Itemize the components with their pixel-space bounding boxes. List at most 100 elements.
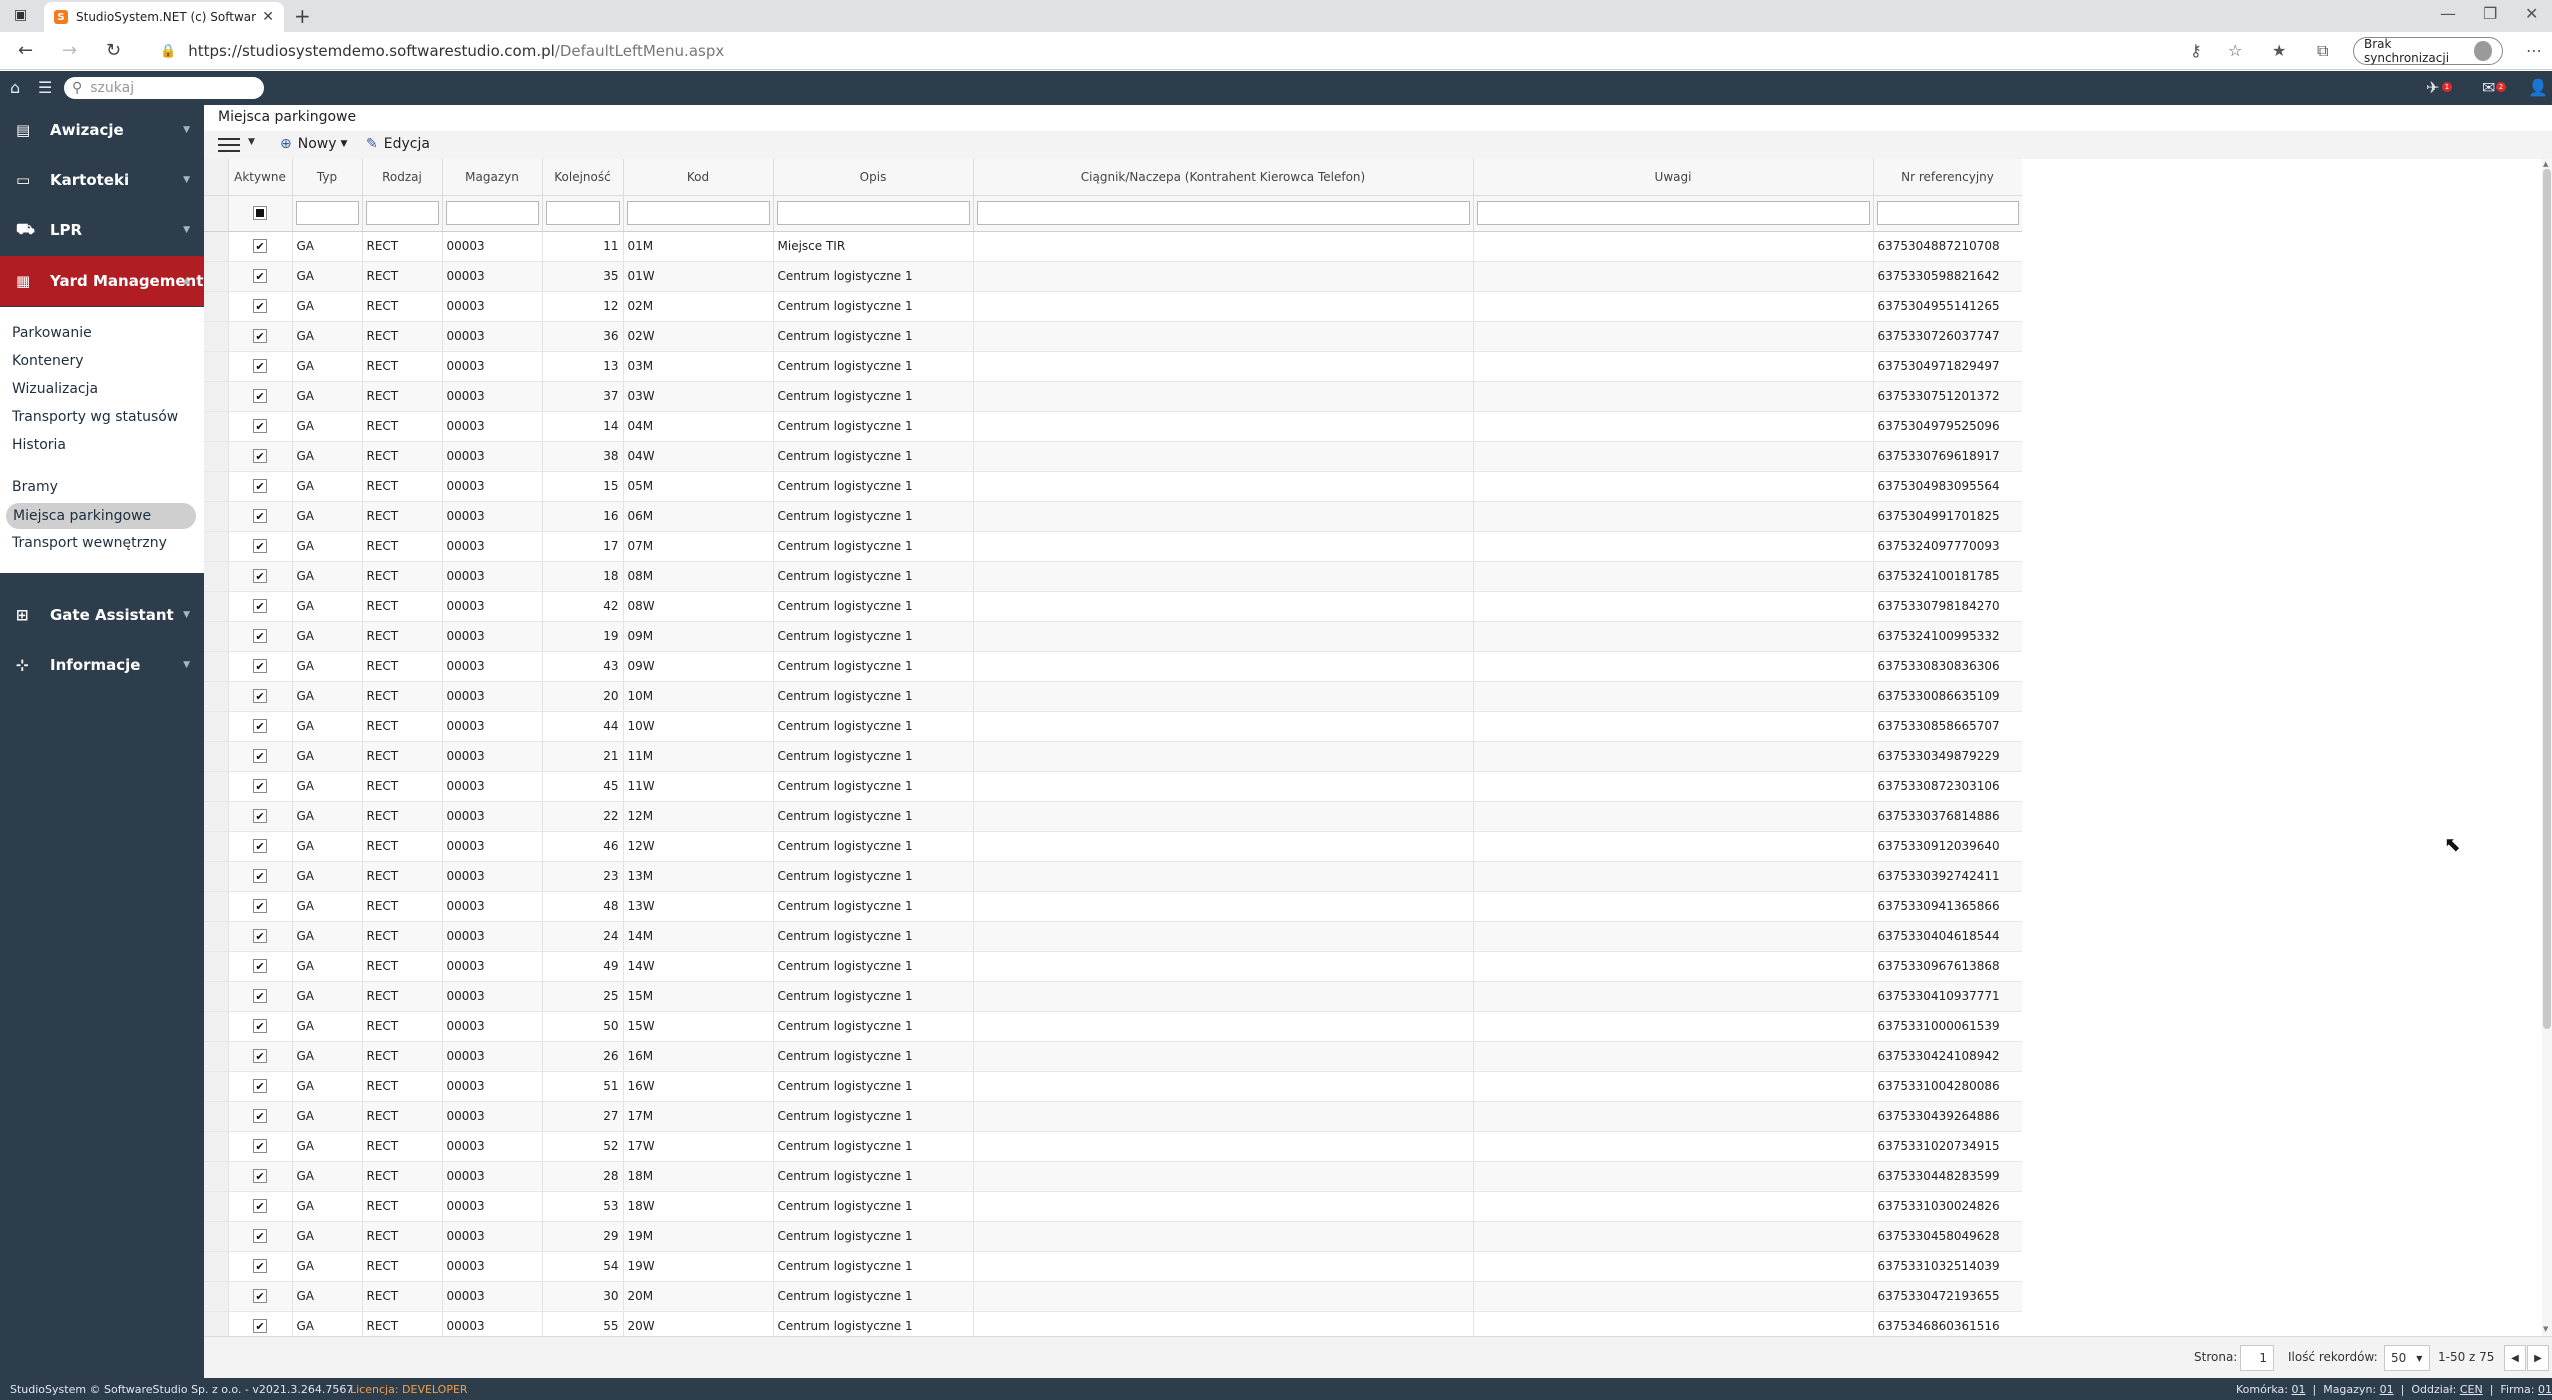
- table-row[interactable]: ✔ GA RECT 00003 19 09M Centrum logistyczne 1 63…: [204, 621, 2022, 652]
- row-gutter[interactable]: [204, 1011, 229, 1042]
- scroll-up-icon[interactable]: ▲: [2543, 160, 2548, 168]
- active-checkbox[interactable]: ✔: [253, 719, 267, 733]
- table-row[interactable]: ✔ GA RECT 00003 17 07M Centrum logistyczne 1 63…: [204, 531, 2022, 562]
- filter-kolejnosc-input[interactable]: [545, 201, 620, 225]
- column-header-ciagnik-naczepa[interactable]: Ciągnik/Naczepa (Kontrahent Kierowca Tel…: [973, 159, 1474, 196]
- sidebar-item-parkowanie[interactable]: Parkowanie: [12, 325, 92, 341]
- more-options-icon[interactable]: ⋯: [2526, 41, 2542, 60]
- plane-notifications-icon[interactable]: ✈: [2426, 78, 2439, 97]
- sidebar-section-gate-assistant[interactable]: ⊞ Gate Assistant ▼: [0, 590, 204, 640]
- active-checkbox[interactable]: ✔: [253, 809, 267, 823]
- row-gutter[interactable]: [204, 1101, 229, 1132]
- row-gutter[interactable]: [204, 891, 229, 922]
- active-checkbox[interactable]: ✔: [253, 689, 267, 703]
- row-gutter[interactable]: [204, 1131, 229, 1162]
- table-row[interactable]: ✔ GA RECT 00003 38 04W Centrum logistyczne 1 63…: [204, 441, 2022, 472]
- column-header-uwagi[interactable]: Uwagi: [1473, 159, 1874, 196]
- active-checkbox[interactable]: ✔: [253, 1049, 267, 1063]
- active-checkbox[interactable]: ✔: [253, 1229, 267, 1243]
- back-icon[interactable]: ←: [18, 40, 33, 61]
- active-checkbox[interactable]: ✔: [253, 959, 267, 973]
- row-gutter[interactable]: [204, 1041, 229, 1072]
- favorites-icon[interactable]: ★: [2272, 41, 2286, 60]
- sidebar-section-lpr[interactable]: ⛟ LPR ▼: [0, 205, 204, 255]
- row-gutter[interactable]: [204, 801, 229, 832]
- search-input[interactable]: ⚲ szukaj: [64, 77, 264, 99]
- messages-icon[interactable]: ✉: [2482, 78, 2495, 97]
- table-row[interactable]: ✔ GA RECT 00003 50 15W Centrum logistyczne 1 63…: [204, 1011, 2022, 1042]
- table-row[interactable]: ✔ GA RECT 00003 52 17W Centrum logistyczne 1 63…: [204, 1131, 2022, 1162]
- active-checkbox[interactable]: ✔: [253, 449, 267, 463]
- table-row[interactable]: ✔ GA RECT 00003 46 12W Centrum logistyczne 1 63…: [204, 831, 2022, 862]
- active-checkbox[interactable]: ✔: [253, 299, 267, 313]
- row-gutter[interactable]: [204, 831, 229, 862]
- scrollbar-thumb[interactable]: [2543, 169, 2551, 1029]
- row-gutter[interactable]: [204, 951, 229, 982]
- table-row[interactable]: ✔ GA RECT 00003 29 19M Centrum logistyczne 1 63…: [204, 1221, 2022, 1252]
- active-checkbox[interactable]: ✔: [253, 389, 267, 403]
- active-checkbox[interactable]: ✔: [253, 929, 267, 943]
- row-gutter[interactable]: [204, 681, 229, 712]
- table-row[interactable]: ✔ GA RECT 00003 11 01M Miejsce TIR 637530488721…: [204, 231, 2022, 262]
- oddzial-value[interactable]: CEN: [2460, 1383, 2483, 1396]
- row-gutter[interactable]: [204, 561, 229, 592]
- row-gutter[interactable]: [204, 1161, 229, 1192]
- row-gutter[interactable]: [204, 1311, 229, 1336]
- sidebar-section-awizacje[interactable]: ▤ Awizacje ▼: [0, 105, 204, 155]
- row-gutter[interactable]: [204, 291, 229, 322]
- row-gutter[interactable]: [204, 381, 229, 412]
- table-row[interactable]: ✔ GA RECT 00003 30 20M Centrum logistyczne 1 63…: [204, 1281, 2022, 1312]
- active-checkbox[interactable]: ✔: [253, 269, 267, 283]
- active-checkbox[interactable]: ✔: [253, 629, 267, 643]
- home-icon[interactable]: ⌂: [10, 78, 20, 97]
- table-row[interactable]: ✔ GA RECT 00003 25 15M Centrum logistyczne 1 63…: [204, 981, 2022, 1012]
- active-checkbox[interactable]: ✔: [253, 1319, 267, 1333]
- active-checkbox[interactable]: ✔: [253, 1139, 267, 1153]
- active-checkbox[interactable]: ✔: [253, 899, 267, 913]
- table-row[interactable]: ✔ GA RECT 00003 49 14W Centrum logistyczne 1 63…: [204, 951, 2022, 982]
- new-tab-icon[interactable]: +: [294, 4, 311, 28]
- sidebar-item-historia[interactable]: Historia: [12, 437, 66, 453]
- sidebar-item-transporty-wg-statusow[interactable]: Transporty wg statusów: [12, 409, 178, 425]
- active-checkbox[interactable]: ✔: [253, 779, 267, 793]
- row-gutter[interactable]: [204, 771, 229, 802]
- add-favorite-icon[interactable]: ☆: [2228, 41, 2242, 60]
- row-gutter[interactable]: [204, 231, 229, 262]
- reload-icon[interactable]: ↻: [106, 40, 121, 61]
- scroll-down-icon[interactable]: ▼: [2543, 1325, 2548, 1333]
- active-checkbox[interactable]: ✔: [253, 539, 267, 553]
- column-header-nr-referencyjny[interactable]: Nr referencyjny: [1873, 159, 2022, 196]
- row-gutter[interactable]: [204, 351, 229, 382]
- row-gutter[interactable]: [204, 501, 229, 532]
- table-row[interactable]: ✔ GA RECT 00003 51 16W Centrum logistyczne 1 63…: [204, 1071, 2022, 1102]
- row-gutter[interactable]: [204, 441, 229, 472]
- browser-tab[interactable]: S StudioSystem.NET (c) SoftwareStudio ✕: [44, 2, 284, 32]
- table-row[interactable]: ✔ GA RECT 00003 36 02W Centrum logistyczne 1 63…: [204, 321, 2022, 352]
- table-row[interactable]: ✔ GA RECT 00003 53 18W Centrum logistyczne 1 63…: [204, 1191, 2022, 1222]
- filter-rodzaj-input[interactable]: [365, 201, 439, 225]
- table-row[interactable]: ✔ GA RECT 00003 55 20W Centrum logistyczne 1 63…: [204, 1311, 2022, 1336]
- edit-button[interactable]: ✎ Edycja: [366, 136, 430, 152]
- table-row[interactable]: ✔ GA RECT 00003 15 05M Centrum logistyczne 1 63…: [204, 471, 2022, 502]
- active-checkbox[interactable]: ✔: [253, 1079, 267, 1093]
- magazyn-value[interactable]: 01: [2380, 1383, 2394, 1396]
- column-header-opis[interactable]: Opis: [773, 159, 974, 196]
- forward-icon[interactable]: →: [62, 40, 77, 61]
- sidebar-section-kartoteki[interactable]: ▭ Kartoteki ▼: [0, 155, 204, 205]
- active-checkbox[interactable]: ✔: [253, 989, 267, 1003]
- table-row[interactable]: ✔ GA RECT 00003 42 08W Centrum logistyczne 1 63…: [204, 591, 2022, 622]
- column-header-rodzaj[interactable]: Rodzaj: [362, 159, 443, 196]
- table-row[interactable]: ✔ GA RECT 00003 12 02M Centrum logistyczne 1 63…: [204, 291, 2022, 322]
- table-row[interactable]: ✔ GA RECT 00003 14 04M Centrum logistyczne 1 63…: [204, 411, 2022, 442]
- row-gutter[interactable]: [204, 411, 229, 442]
- table-row[interactable]: ✔ GA RECT 00003 13 03M Centrum logistyczne 1 63…: [204, 351, 2022, 382]
- grid-scrollbar[interactable]: ▲ ▼: [2542, 159, 2552, 1336]
- active-checkbox[interactable]: ✔: [253, 1109, 267, 1123]
- row-gutter[interactable]: [204, 921, 229, 952]
- row-gutter[interactable]: [204, 741, 229, 772]
- url-field[interactable]: 🔒 https://studiosystemdemo.softwarestudi…: [160, 38, 2160, 64]
- user-icon[interactable]: 👤: [2528, 78, 2548, 97]
- sidebar-item-wizualizacja[interactable]: Wizualizacja: [12, 381, 98, 397]
- sidebar-item-miejsca-parkingowe[interactable]: Miejsca parkingowe: [6, 503, 196, 529]
- row-gutter[interactable]: [204, 981, 229, 1012]
